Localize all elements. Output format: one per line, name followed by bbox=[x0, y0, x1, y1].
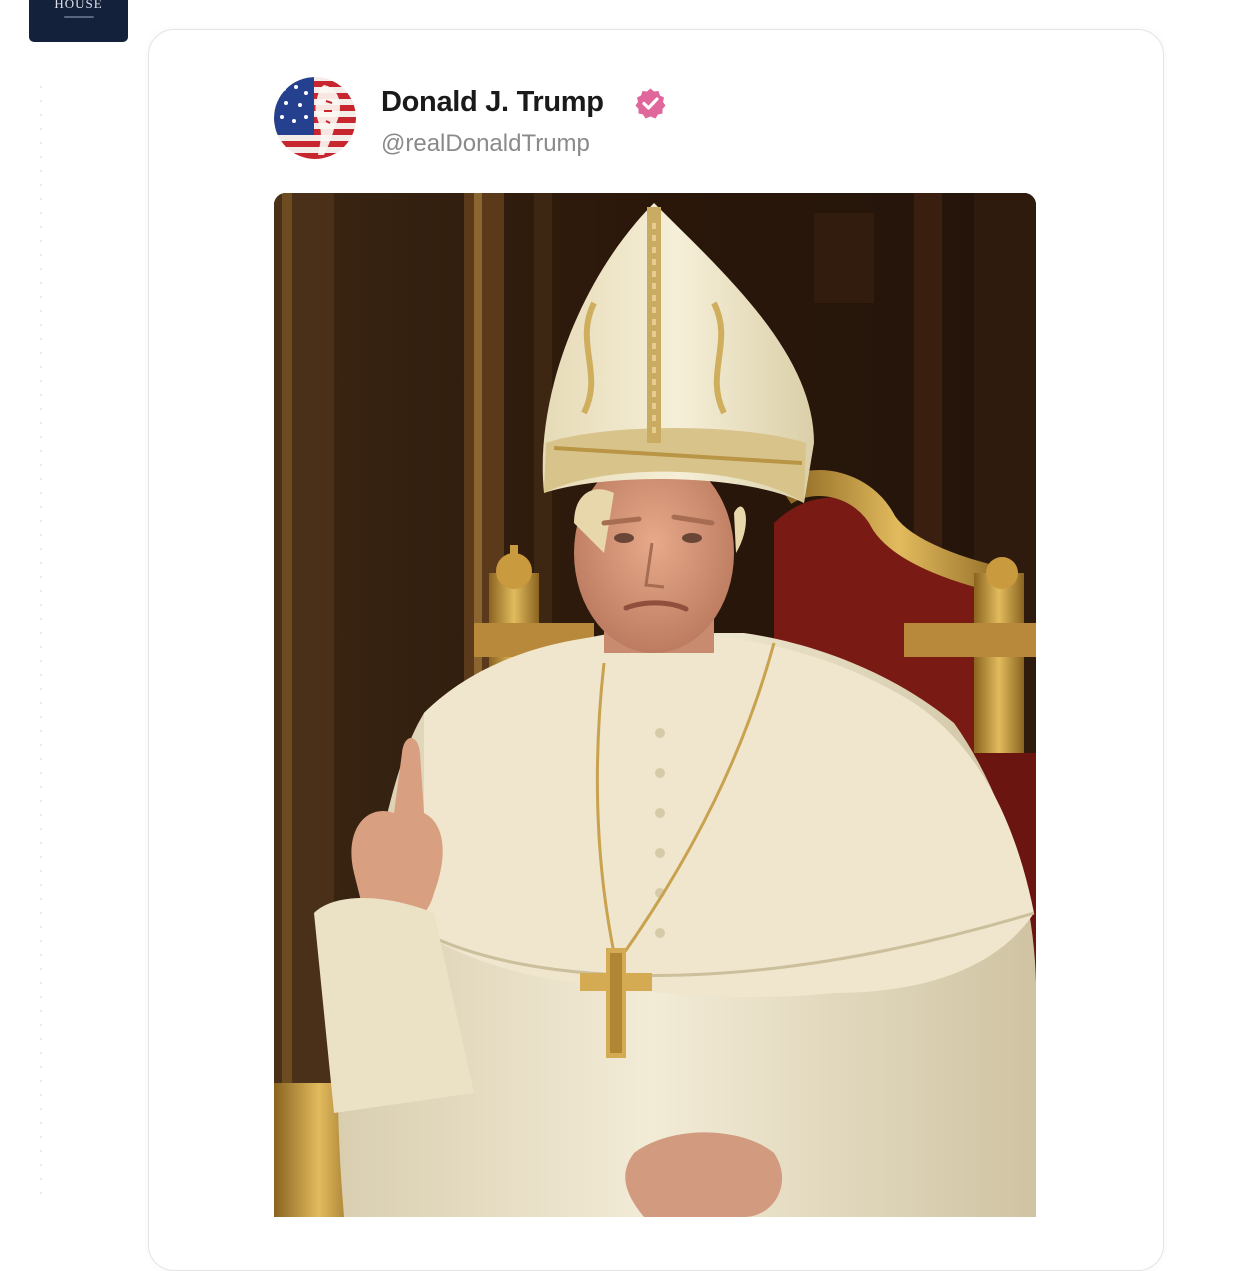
app-logo-text: HOUSE bbox=[54, 0, 103, 11]
left-margin-decoration bbox=[40, 80, 42, 1200]
flag-avatar-icon[interactable] bbox=[274, 77, 356, 159]
app-logo-divider bbox=[63, 16, 94, 18]
author-display-name[interactable]: Donald J. Trump bbox=[381, 86, 604, 119]
app-logo-icon[interactable]: HOUSE bbox=[29, 0, 128, 42]
post-image-icon[interactable] bbox=[274, 193, 1036, 1217]
author-handle[interactable]: @realDonaldTrump bbox=[381, 130, 590, 158]
verified-badge-icon bbox=[634, 87, 667, 120]
